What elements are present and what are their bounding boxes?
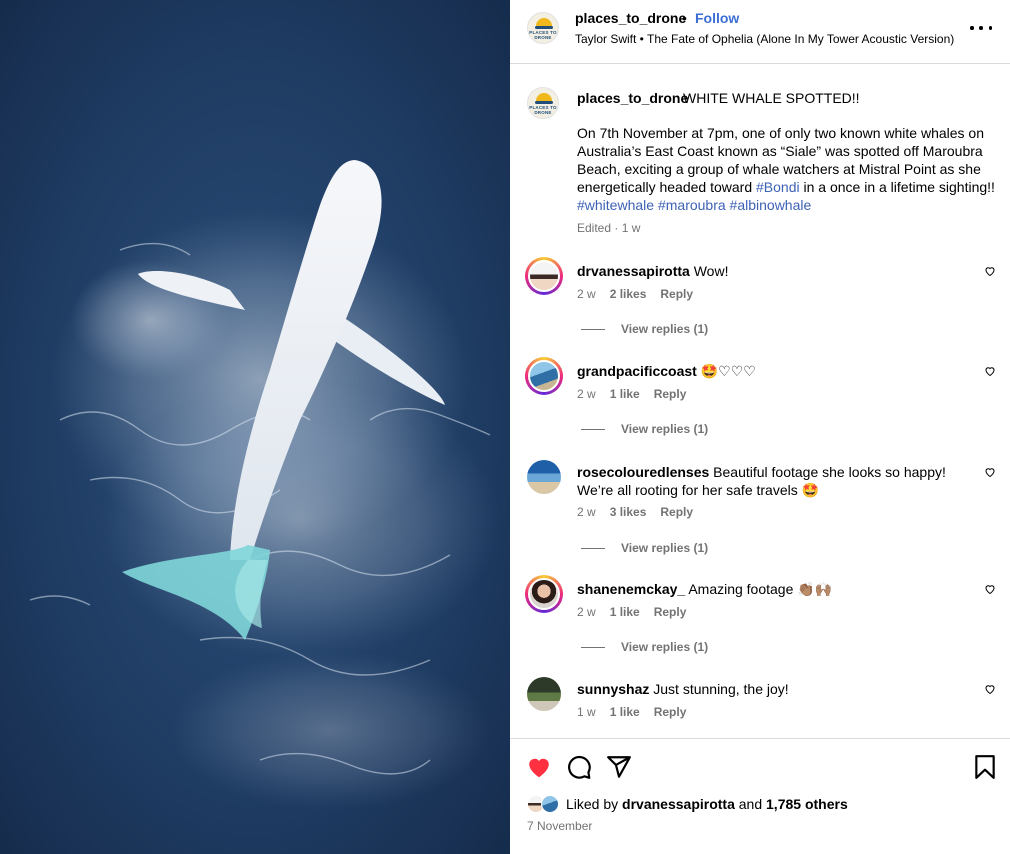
liker-avatar[interactable] (541, 795, 559, 813)
share-icon[interactable] (606, 754, 632, 780)
likes-count-link[interactable]: 1,785 others (766, 796, 848, 812)
comment-likes[interactable]: 1 like (610, 605, 640, 619)
caption-edited-time: Edited · 1 w (577, 221, 641, 235)
commenter-username[interactable]: grandpacificcoast (577, 363, 697, 379)
heart-outline-icon[interactable] (984, 683, 996, 695)
comment-text: 🤩♡♡♡ (700, 363, 756, 379)
view-replies-button[interactable]: View replies (1) (581, 541, 708, 555)
hashtag-link[interactable]: #Bondi (756, 179, 800, 195)
commenter-avatar[interactable] (525, 458, 563, 496)
commenter-avatar[interactable] (525, 675, 563, 713)
reply-button[interactable]: Reply (654, 705, 687, 719)
view-replies-button[interactable]: View replies (1) (581, 422, 708, 436)
author-username[interactable]: places_to_drone (575, 10, 686, 26)
caption-username[interactable]: places_to_drone (577, 90, 688, 106)
comment-meta: 2 w1 like Reply (577, 605, 687, 619)
commenter-username[interactable]: shanenemckay_ (577, 581, 685, 597)
heart-outline-icon[interactable] (984, 466, 996, 478)
comment-meta: 2 w3 likes Reply (577, 505, 694, 519)
save-bookmark-icon[interactable] (972, 754, 998, 780)
comment-text-block: rosecolouredlenses Beautiful footage she… (577, 463, 957, 499)
comment-text: Just stunning, the joy! (653, 681, 789, 697)
comment-likes[interactable]: 2 likes (610, 287, 647, 301)
heart-outline-icon[interactable] (984, 265, 996, 277)
caption-text: On 7th November at 7pm, one of only two … (577, 125, 995, 213)
commenter-avatar[interactable] (525, 575, 563, 613)
comment-text: Wow! (693, 263, 729, 279)
hashtag-link[interactable]: #albinowhale (730, 197, 812, 213)
liked-by-username[interactable]: drvanessapirotta (622, 796, 735, 812)
commenter-username[interactable]: rosecolouredlenses (577, 464, 709, 480)
more-options-icon[interactable] (970, 17, 992, 39)
commenter-avatar[interactable] (525, 257, 563, 295)
comment-item: rosecolouredlenses Beautiful footage she… (510, 458, 1010, 576)
comment-item: drvanessapirotta Wow! 2 w2 likes Reply Vi… (510, 257, 1010, 357)
likes-summary: Liked by drvanessapirotta and 1,785 othe… (566, 796, 848, 812)
comment-likes[interactable]: 3 likes (610, 505, 647, 519)
reply-button[interactable]: Reply (654, 387, 687, 401)
audio-track-link[interactable]: Taylor Swift • The Fate of Ophelia (Alon… (575, 32, 954, 46)
comment-likes[interactable]: 1 like (610, 705, 640, 719)
reply-button[interactable]: Reply (660, 287, 693, 301)
follow-button[interactable]: Follow (695, 10, 739, 26)
profile-avatar[interactable]: PLACES TO DRONE (527, 12, 559, 44)
commenter-username[interactable]: drvanessapirotta (577, 263, 690, 279)
post-details-panel: PLACES TO DRONE places_to_drone • Follow… (510, 0, 1010, 854)
caption-headline: WHITE WHALE SPOTTED!! (683, 90, 860, 106)
comment-meta: 2 w2 likes Reply (577, 287, 694, 301)
caption-avatar[interactable]: PLACES TO DRONE (527, 87, 559, 119)
separator-dot: • (682, 10, 687, 26)
hashtag-link[interactable]: #whitewhale (577, 197, 654, 213)
reply-button[interactable]: Reply (660, 505, 693, 519)
heart-outline-icon[interactable] (984, 365, 996, 377)
comment-item: shanenemckay_ Amazing footage 👏🏽🙌🏽 2 w1 … (510, 575, 1010, 675)
comment-likes[interactable]: 1 like (610, 387, 640, 401)
view-replies-button[interactable]: View replies (1) (581, 322, 708, 336)
post-actions: Liked by drvanessapirotta and 1,785 othe… (510, 738, 1010, 854)
hashtag-link[interactable]: #maroubra (658, 197, 726, 213)
comment-item: grandpacificcoast 🤩♡♡♡ 2 w1 like Reply Vi… (510, 357, 1010, 457)
view-replies-button[interactable]: View replies (1) (581, 640, 708, 654)
heart-outline-icon[interactable] (984, 583, 996, 595)
post-date: 7 November (527, 819, 593, 833)
post-video[interactable] (0, 0, 510, 854)
comment-meta: 2 w1 like Reply (577, 387, 687, 401)
commenter-avatar[interactable] (525, 357, 563, 395)
reply-button[interactable]: Reply (654, 605, 687, 619)
comments-scroll-area[interactable]: PLACES TO DRONE places_to_drone WHITE WH… (510, 65, 1010, 738)
comment-text: Amazing footage 👏🏽🙌🏽 (688, 581, 833, 597)
commenter-username[interactable]: sunnyshaz (577, 681, 649, 697)
like-heart-icon[interactable] (526, 754, 552, 780)
comment-meta: 1 w1 like Reply (577, 705, 687, 719)
white-whale-video-frame (0, 0, 510, 854)
comment-icon[interactable] (566, 754, 592, 780)
post-header: PLACES TO DRONE places_to_drone • Follow… (510, 0, 1010, 64)
comment-item: sunnyshaz Just stunning, the joy! 1 w1 l… (510, 675, 1010, 738)
